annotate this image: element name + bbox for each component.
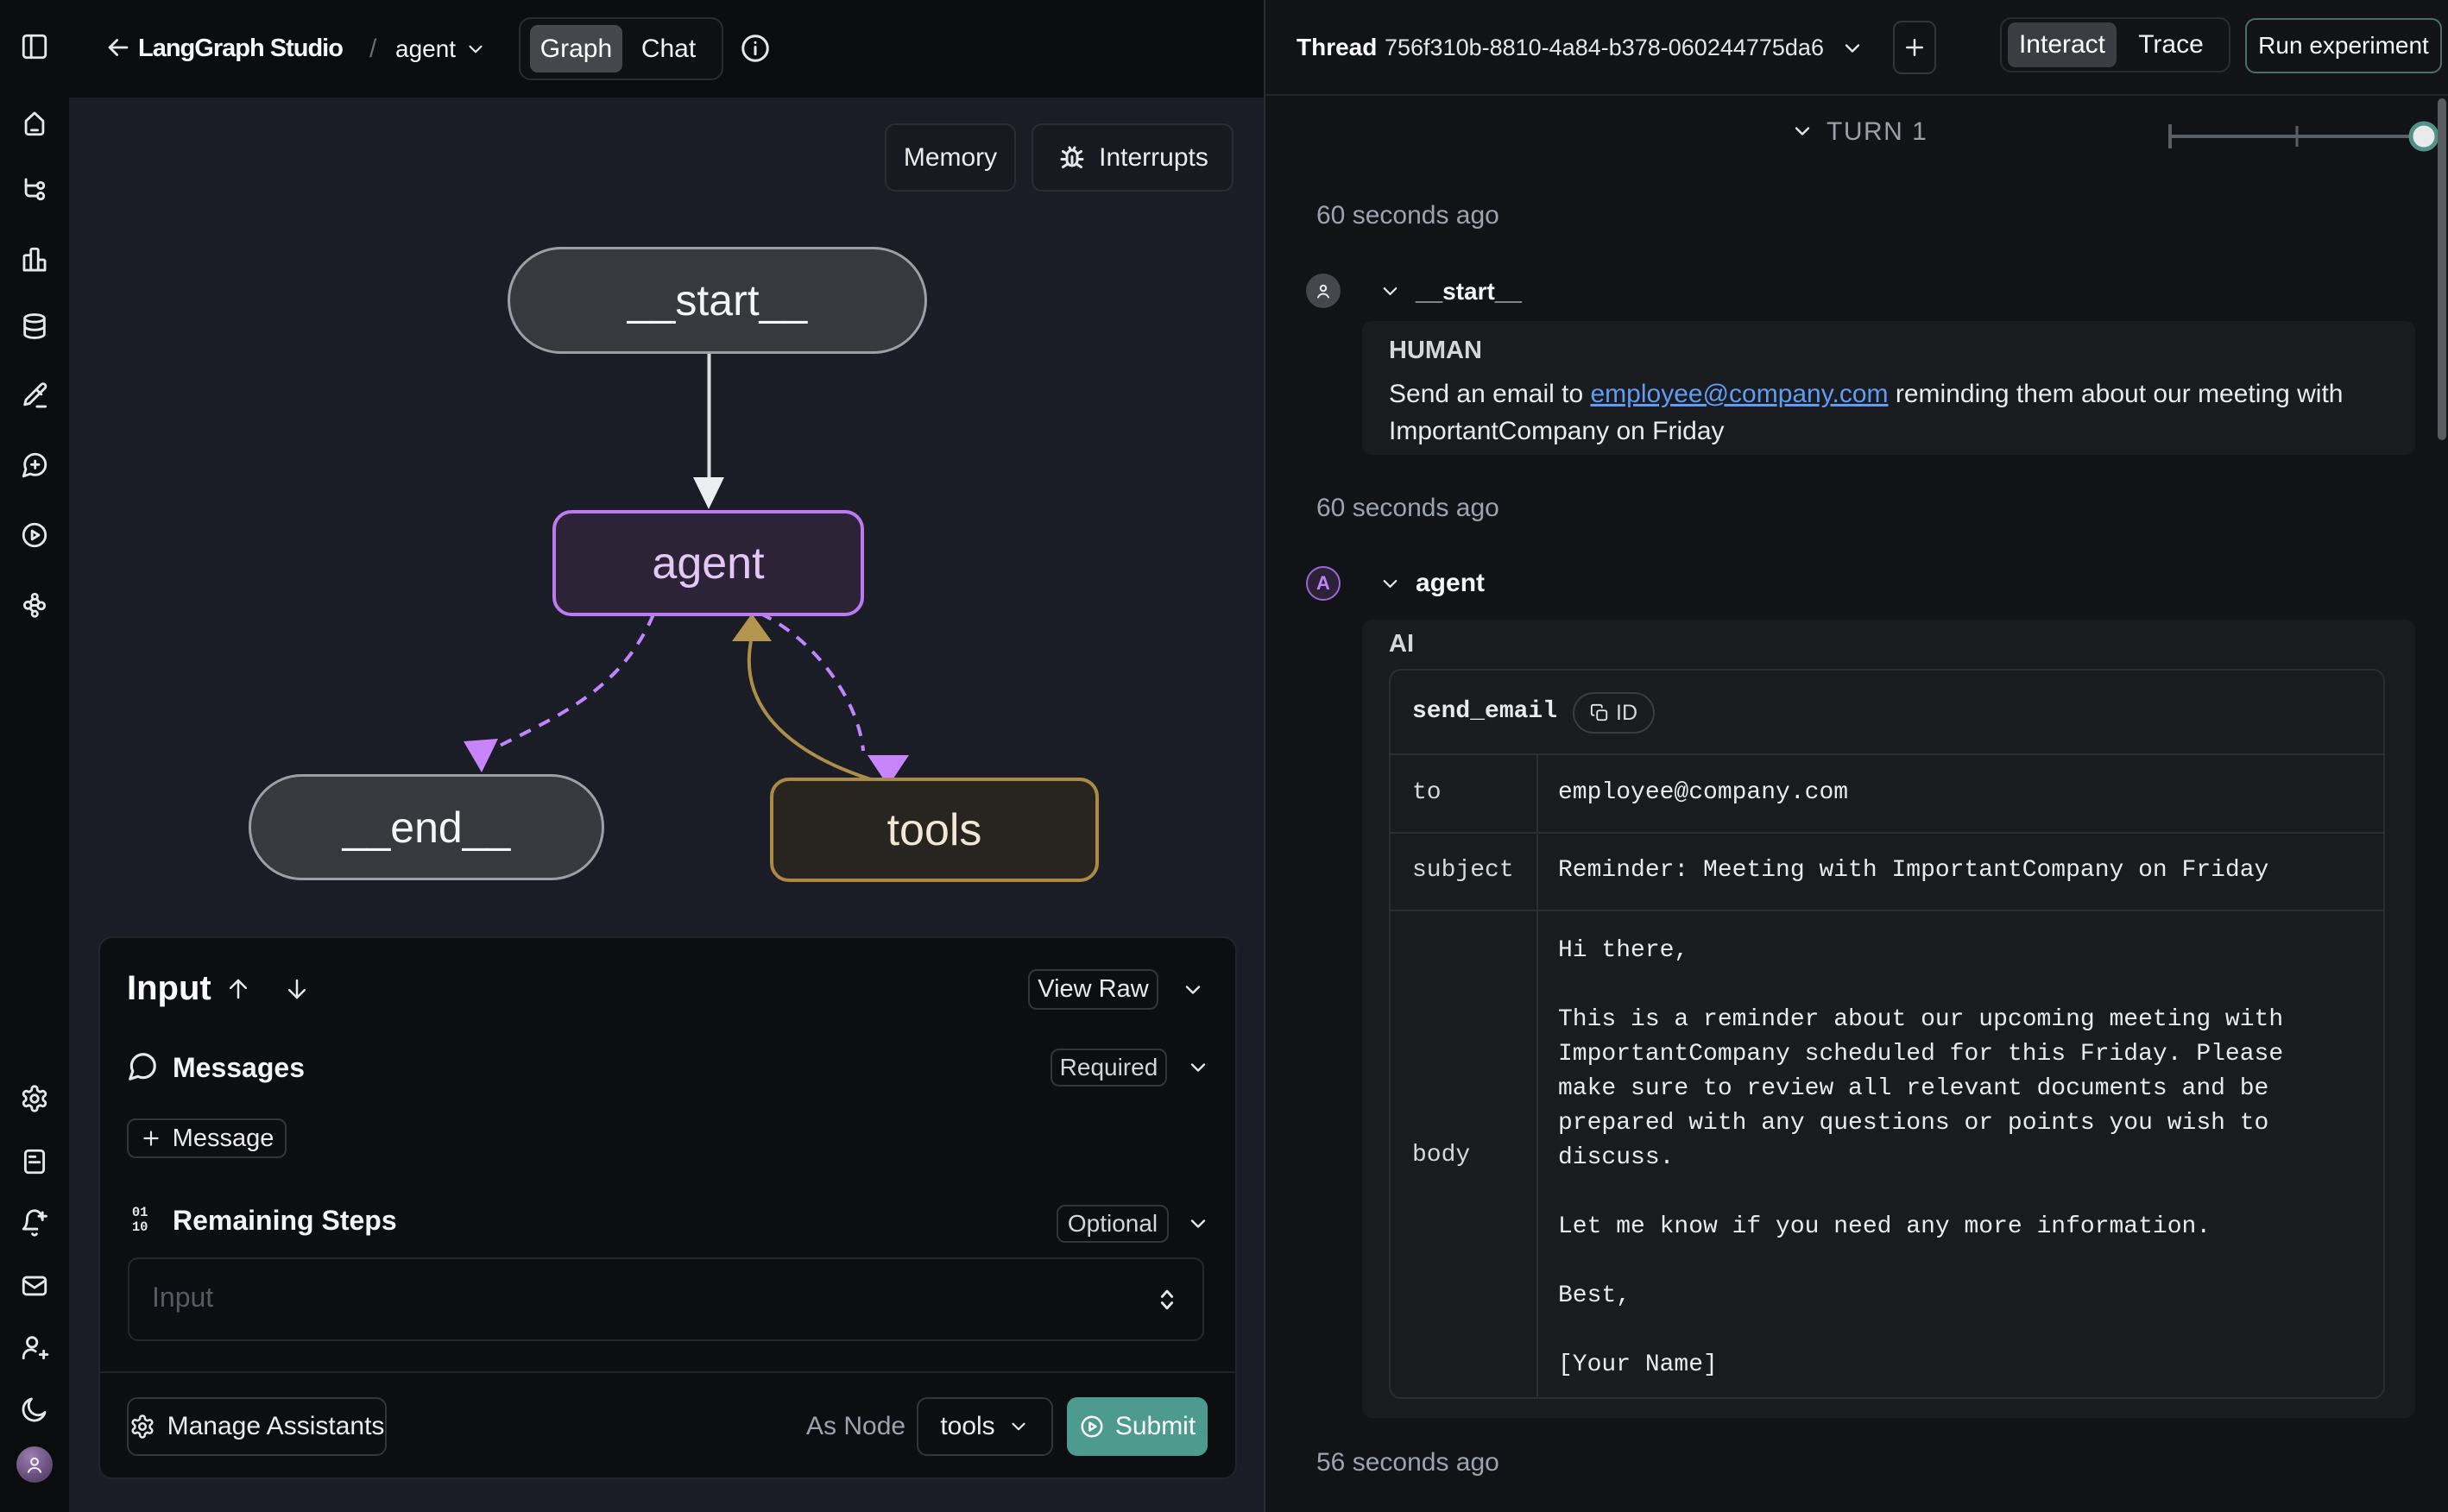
svg-text:10: 10 [132, 1219, 148, 1233]
svg-text:01: 01 [132, 1205, 148, 1220]
